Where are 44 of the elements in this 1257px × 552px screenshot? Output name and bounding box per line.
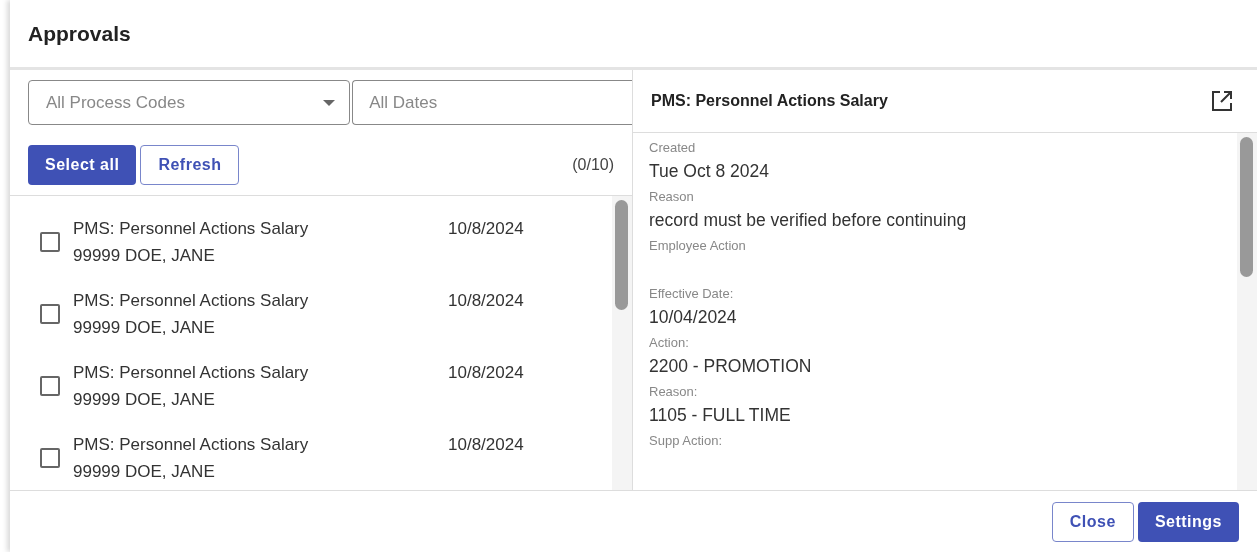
detail-title: PMS: Personnel Actions Salary: [651, 91, 888, 111]
item-date: 10/8/2024: [448, 434, 524, 456]
refresh-button[interactable]: Refresh: [140, 145, 240, 185]
dropdown-caret-icon: [323, 99, 336, 106]
dialog-title: Approvals: [28, 20, 131, 47]
select-all-button[interactable]: Select all: [28, 145, 137, 185]
dialog-button[interactable]: Settings: [1137, 501, 1239, 542]
scrollbar[interactable]: [1237, 133, 1257, 490]
item-date: 10/8/2024: [448, 362, 524, 384]
field-value: record must be verified before continuing: [649, 209, 968, 231]
item-subtitle: 99999 DOE, JANE: [73, 245, 216, 267]
field-label: Reason:: [649, 383, 699, 401]
checkbox[interactable]: [40, 304, 60, 324]
item-subtitle: 99999 DOE, JANE: [73, 461, 216, 483]
field-value: 2200 - PROMOTION: [649, 355, 813, 377]
field-label: Effective Date:: [649, 285, 735, 303]
item-title: PMS: Personnel Actions Salary: [73, 218, 310, 240]
field-value: Tue Oct 8 2024: [649, 160, 770, 182]
field-label: Supp Action:: [649, 432, 723, 450]
field-label: Action:: [649, 334, 690, 352]
scrollbar-thumb[interactable]: [1240, 137, 1253, 277]
item-title: PMS: Personnel Actions Salary: [73, 290, 310, 312]
field-label: Reason: [649, 188, 695, 206]
scrollbar-thumb[interactable]: [615, 200, 628, 310]
field-value: 10/04/2024: [649, 306, 738, 328]
dropdown-placeholder: All Process Codes: [46, 91, 185, 114]
dialog-button[interactable]: Close: [1051, 501, 1134, 542]
scrollbar[interactable]: [612, 196, 632, 490]
field-label: Created: [649, 139, 697, 157]
selection-count: (0/10): [572, 155, 614, 175]
item-title: PMS: Personnel Actions Salary: [73, 362, 310, 384]
field-label: Employee Action: [649, 237, 747, 255]
checkbox[interactable]: [40, 232, 60, 252]
dates-field[interactable]: All Dates: [352, 80, 632, 125]
item-title: PMS: Personnel Actions Salary: [73, 434, 310, 456]
item-date: 10/8/2024: [448, 218, 524, 240]
item-date: 10/8/2024: [448, 290, 524, 312]
field-value: 1105 - FULL TIME: [649, 404, 792, 426]
open-in-new-icon[interactable]: [1211, 90, 1233, 112]
item-subtitle: 99999 DOE, JANE: [73, 389, 216, 411]
process-code-dropdown[interactable]: All Process Codes: [28, 80, 351, 125]
checkbox[interactable]: [40, 376, 60, 396]
item-subtitle: 99999 DOE, JANE: [73, 317, 216, 339]
checkbox[interactable]: [40, 448, 60, 468]
